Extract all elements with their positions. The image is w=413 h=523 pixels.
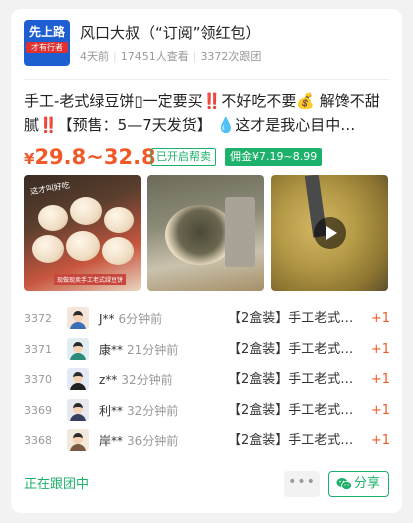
buyer-name: 利** [99, 403, 124, 418]
order-quantity: +1 [370, 402, 390, 418]
bun-shape [104, 207, 134, 233]
cake-stack-icon [225, 197, 255, 267]
buyer-name: J** [99, 312, 115, 326]
order-time: 36分钟前 [127, 434, 179, 448]
follow-count: 3372次跟团 [200, 50, 262, 63]
product-title[interactable]: 手工-老式绿豆饼▯一定要买‼️不好吃不要💰 解馋不甜腻‼️【预售：5—7天发货】… [24, 89, 390, 137]
order-quantity: +1 [370, 372, 390, 387]
product-image-1[interactable]: 这才叫好吃 现做现卖手工老式绿豆饼 [24, 175, 141, 291]
product-image-2[interactable] [147, 175, 264, 291]
avatar-text-sub: 才有行者 [26, 42, 68, 53]
order-item: 【2盒装】手工老式绿豆饼 [228, 402, 354, 418]
group-buy-card[interactable]: 先上路 才有行者 风口大叔（“订阅”领红包） 4天前 | 17451人查看 | 3372… [11, 9, 402, 513]
order-time: 32分钟前 [121, 373, 173, 387]
order-row: 3369 利**32分钟前 【2盒装】手工老式绿豆饼 +1 [24, 397, 390, 428]
image-overlay-text: 这才叫好吃 [29, 180, 71, 197]
order-quantity: +1 [370, 311, 390, 326]
order-list: 3372 J**6分钟前 【2盒装】手工老式绿豆饼 +1 3371 康**21分… [24, 305, 390, 458]
share-button[interactable]: 分享 [328, 471, 389, 497]
order-row: 3370 z**32分钟前 【2盒装】手工老式绿豆饼 +1 [24, 366, 390, 397]
following-status[interactable]: 正在跟团中 [24, 475, 89, 495]
avatar-text-main: 先上路 [28, 25, 65, 39]
wechat-icon [336, 478, 352, 490]
shop-name[interactable]: 风口大叔（“订阅”领红包） [80, 23, 261, 43]
order-item: 【2盒装】手工老式绿豆饼 [228, 341, 354, 357]
shop-meta: 4天前 | 17451人查看 | 3372次跟团 [80, 49, 261, 65]
price-currency: ¥ [24, 150, 35, 168]
meta-separator: | [192, 50, 197, 63]
buyer-avatar [67, 398, 89, 421]
bun-shape [66, 231, 100, 261]
order-time: 21分钟前 [127, 342, 179, 357]
more-button[interactable]: ••• [284, 471, 320, 497]
product-image-3[interactable] [271, 175, 388, 291]
buyer-avatar [67, 337, 89, 360]
image-caption: 现做现卖手工老式绿豆饼 [54, 274, 127, 285]
bun-shape [32, 235, 64, 263]
card-footer: 正在跟团中 ••• 分享 [24, 471, 389, 499]
order-time: 32分钟前 [127, 403, 179, 418]
help-sell-tag: 已开启帮卖 [151, 148, 216, 166]
buyer-info: z** 32分钟前 [99, 371, 173, 389]
buyer-avatar [67, 307, 89, 329]
order-row: 3371 康**21分钟前 【2盒装】手工老式绿豆饼 +1 [24, 336, 390, 367]
order-number: 3372 [24, 312, 52, 325]
product-images: 这才叫好吃 现做现卖手工老式绿豆饼 [24, 175, 388, 291]
share-label: 分享 [354, 476, 381, 491]
post-time: 4天前 [80, 50, 109, 63]
buyer-info: 利** 32分钟前 [99, 402, 178, 420]
order-number: 3371 [24, 342, 52, 356]
buyer-info: 康** 21分钟前 [99, 341, 178, 359]
bun-shape [70, 197, 102, 225]
order-row: 3368 岸**36分钟前 【2盒装】手工老式绿豆饼 +1 [24, 427, 390, 458]
order-number: 3369 [24, 403, 52, 417]
order-number: 3368 [24, 434, 52, 447]
order-row: 3372 J**6分钟前 【2盒装】手工老式绿豆饼 +1 [24, 305, 390, 336]
buyer-name: z** [99, 373, 118, 387]
buyer-info: J** 6分钟前 [99, 310, 162, 328]
order-item: 【2盒装】手工老式绿豆饼 [228, 372, 354, 387]
price-row: ¥29.8~32.8 已开启帮卖 佣金¥7.19~8.99 [24, 144, 392, 170]
meta-separator: | [113, 50, 117, 63]
buyer-name: 康** [99, 342, 124, 357]
shop-header: 先上路 才有行者 风口大叔（“订阅”领红包） 4天前 | 17451人查看 | 3372… [24, 20, 392, 68]
order-quantity: +1 [370, 341, 390, 357]
order-time: 6分钟前 [118, 312, 163, 326]
order-item: 【2盒装】手工老式绿豆饼 [228, 433, 354, 448]
buyer-avatar [67, 429, 89, 451]
buyer-avatar [67, 368, 89, 390]
order-item: 【2盒装】手工老式绿豆饼 [228, 311, 354, 326]
play-icon[interactable] [314, 217, 346, 249]
order-number: 3370 [24, 373, 52, 386]
price-range: 29.8~32.8 [34, 145, 156, 169]
shop-avatar[interactable]: 先上路 才有行者 [24, 20, 70, 66]
bun-shape [38, 205, 68, 231]
order-quantity: +1 [370, 433, 390, 448]
commission-tag: 佣金¥7.19~8.99 [225, 148, 323, 166]
bun-shape [102, 237, 134, 265]
divider [24, 79, 389, 80]
buyer-name: 岸** [99, 434, 124, 448]
price: ¥29.8~32.8 [24, 144, 156, 172]
buyer-info: 岸** 36分钟前 [99, 432, 178, 450]
view-count: 17451人查看 [120, 50, 189, 63]
